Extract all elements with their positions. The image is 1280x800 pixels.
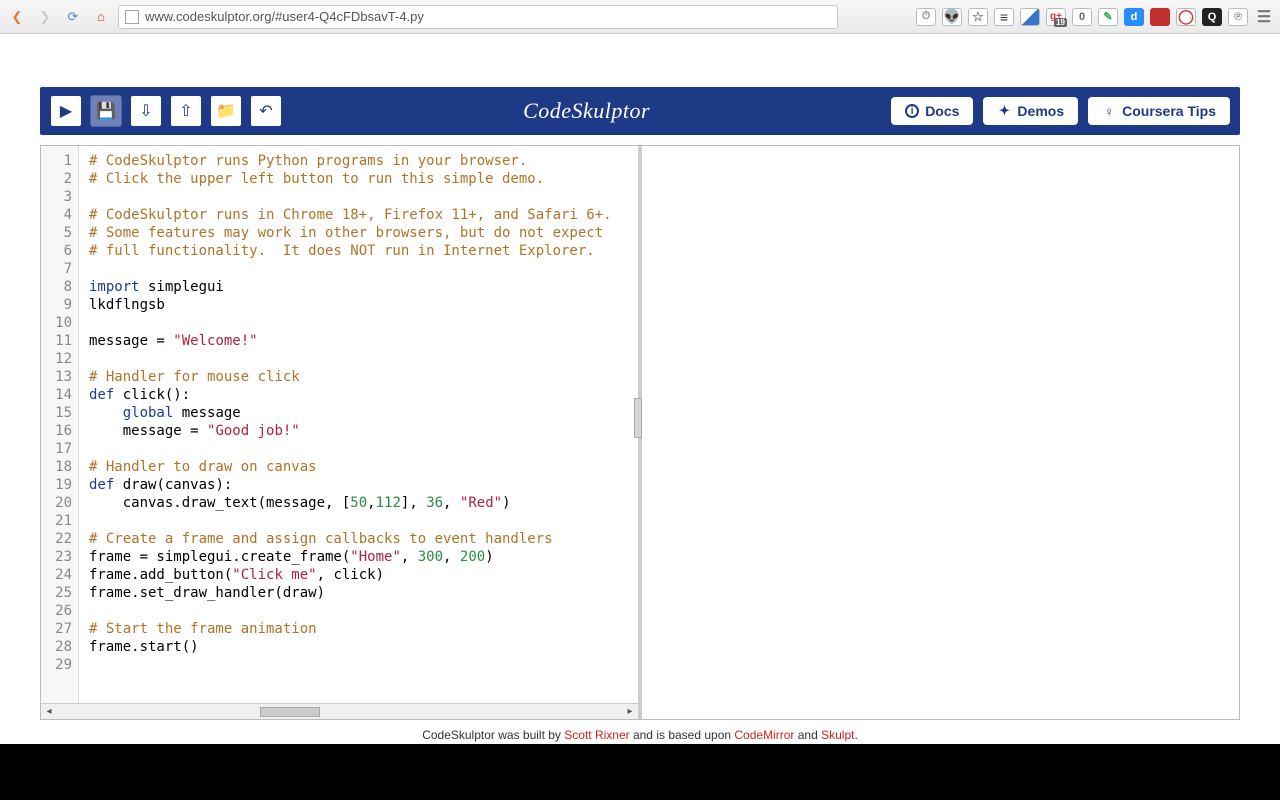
code-editor[interactable]: 1234567891011121314151617181920212223242…	[41, 146, 638, 703]
adblock-icon[interactable]: ◯	[1176, 8, 1196, 26]
open-button[interactable]: 📁	[210, 95, 242, 127]
demos-button[interactable]: ✦ Demos	[983, 97, 1078, 125]
extension-black-icon[interactable]: Q	[1202, 8, 1222, 26]
eyedropper-icon[interactable]: ✎	[1098, 8, 1118, 26]
home-button[interactable]: ⌂	[90, 6, 112, 28]
gplus-badge: 19	[1054, 18, 1067, 27]
page-icon	[125, 10, 139, 24]
back-button[interactable]: ❮	[6, 6, 28, 28]
delicious-icon[interactable]	[1020, 8, 1040, 26]
counter-icon[interactable]: 0	[1072, 8, 1092, 26]
output-pane	[642, 146, 1239, 719]
diigo-icon[interactable]: d	[1124, 8, 1144, 26]
save-button[interactable]: 💾	[90, 95, 122, 127]
footer-text-mid: and is based upon	[630, 728, 735, 742]
footer-link-rixner[interactable]: Scott Rixner	[564, 728, 629, 742]
line-gutter: 1234567891011121314151617181920212223242…	[41, 146, 79, 703]
footer-link-skulpt[interactable]: Skulpt	[821, 728, 854, 742]
app-brand: CodeSkulptor	[290, 98, 883, 124]
google-plus-icon[interactable]: g+19	[1046, 8, 1066, 26]
splitter-handle[interactable]	[634, 398, 642, 438]
reddit-icon[interactable]: 👽	[942, 8, 962, 26]
timer-icon[interactable]: ⏱	[916, 8, 936, 26]
reload-button[interactable]: ⟳	[62, 6, 84, 28]
undo-button[interactable]: ↶	[250, 95, 282, 127]
code-content[interactable]: # CodeSkulptor runs Python programs in y…	[79, 146, 638, 703]
coursera-label: Coursera Tips	[1122, 103, 1216, 119]
workspace: 1234567891011121314151617181920212223242…	[40, 145, 1240, 720]
chrome-menu-icon[interactable]: ☰	[1254, 8, 1274, 26]
coursera-button[interactable]: ♀ Coursera Tips	[1088, 97, 1230, 125]
footer: CodeSkulptor was built by Scott Rixner a…	[0, 720, 1280, 744]
docs-button[interactable]: i Docs	[891, 97, 973, 125]
star-icon: ✦	[997, 104, 1011, 118]
demos-label: Demos	[1017, 103, 1064, 119]
editor-pane: 1234567891011121314151617181920212223242…	[41, 146, 642, 719]
extension-tray: ⏱ 👽 ☆ ≡ g+19 0 ✎ d ◯ Q ℗ ☰	[916, 8, 1274, 26]
bulb-icon: ♀	[1102, 104, 1116, 118]
extension-p-icon[interactable]: ℗	[1228, 8, 1248, 26]
page-content: ▶ 💾 ⇩ ⇧ 📁 ↶ CodeSkulptor i Docs ✦ Demos ♀ C…	[0, 34, 1280, 744]
horizontal-scrollbar[interactable]: ◂ ▸	[41, 703, 638, 719]
extension-red-icon[interactable]	[1150, 8, 1170, 26]
scroll-track[interactable]	[57, 707, 622, 717]
footer-text-post: .	[854, 728, 857, 742]
info-icon: i	[905, 104, 919, 118]
download-button[interactable]: ⇩	[130, 95, 162, 127]
footer-text-pre: CodeSkulptor was built by	[422, 728, 564, 742]
buffer-icon[interactable]: ≡	[994, 8, 1014, 26]
scroll-thumb[interactable]	[260, 707, 320, 717]
run-button[interactable]: ▶	[50, 95, 82, 127]
address-bar[interactable]: www.codeskulptor.org/#user4-Q4cFDbsavT-4…	[118, 5, 838, 29]
footer-text-and: and	[794, 728, 821, 742]
header-right-buttons: i Docs ✦ Demos ♀ Coursera Tips	[891, 97, 1230, 125]
url-text: www.codeskulptor.org/#user4-Q4cFDbsavT-4…	[145, 9, 424, 24]
scroll-left-button[interactable]: ◂	[41, 706, 57, 717]
footer-link-codemirror[interactable]: CodeMirror	[734, 728, 794, 742]
bookmark-star-icon[interactable]: ☆	[968, 8, 988, 26]
docs-label: Docs	[925, 103, 959, 119]
forward-button[interactable]: ❯	[34, 6, 56, 28]
app-toolbar: ▶ 💾 ⇩ ⇧ 📁 ↶ CodeSkulptor i Docs ✦ Demos ♀ C…	[40, 87, 1240, 135]
scroll-right-button[interactable]: ▸	[622, 706, 638, 717]
browser-toolbar: ❮ ❯ ⟳ ⌂ www.codeskulptor.org/#user4-Q4cF…	[0, 0, 1280, 34]
upload-button[interactable]: ⇧	[170, 95, 202, 127]
